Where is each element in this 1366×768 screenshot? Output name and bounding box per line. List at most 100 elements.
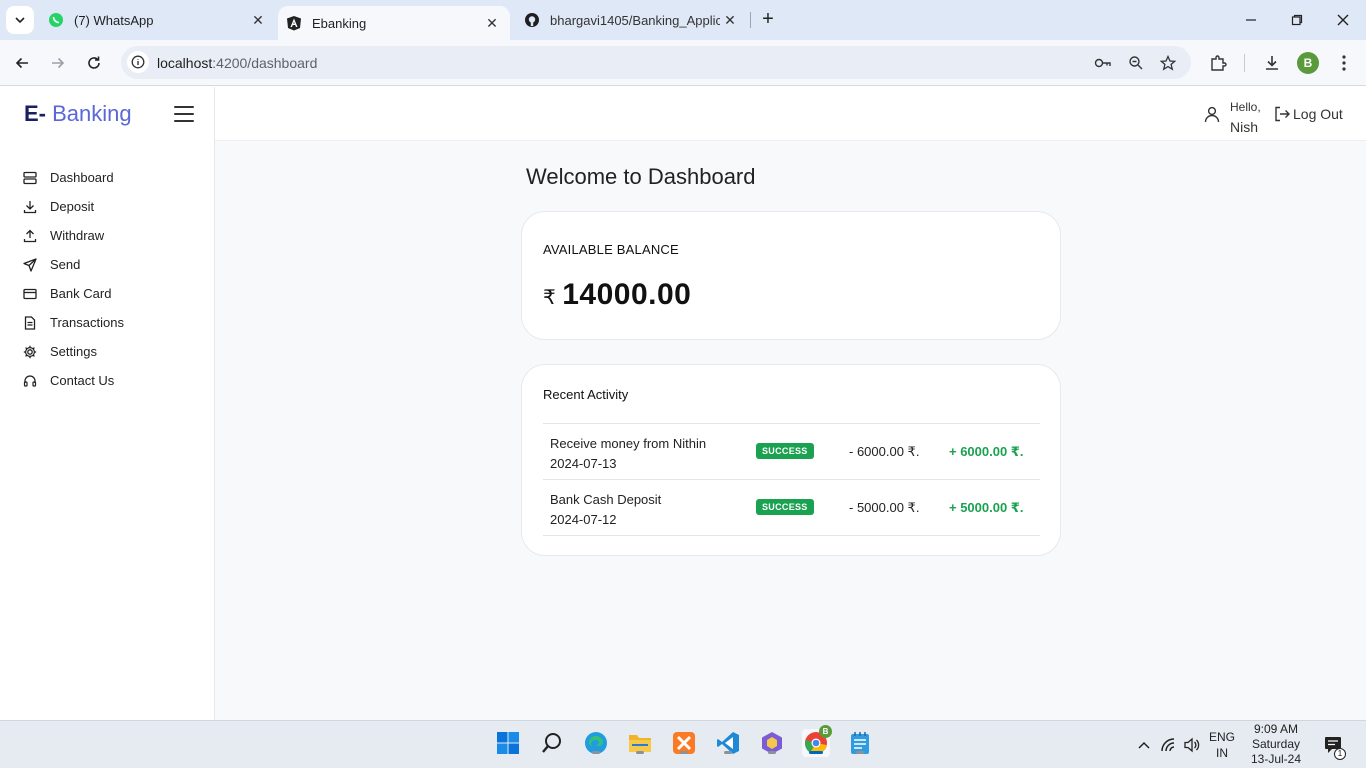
search-button[interactable] <box>538 729 566 757</box>
minimize-icon <box>1246 19 1256 21</box>
list-item[interactable]: Bank Cash Deposit 2024-07-12 SUCCESS - 5… <box>543 480 1040 536</box>
sidebar-item-label: Deposit <box>50 199 95 214</box>
address-bar[interactable]: localhost:4200/dashboard <box>121 46 1191 79</box>
sidebar-item-label: Transactions <box>50 315 124 330</box>
taskbar-edge[interactable] <box>582 729 610 757</box>
key-icon[interactable] <box>1094 54 1112 72</box>
sidebar-item-contact-us[interactable]: Contact Us <box>22 366 124 395</box>
recent-activity-card: Recent Activity Receive money from Nithi… <box>521 364 1061 556</box>
reload-button[interactable] <box>82 51 106 75</box>
activity-title: Receive money from Nithin <box>550 436 707 451</box>
site-info-icon[interactable] <box>127 51 149 73</box>
show-hidden-icons-button[interactable] <box>1134 721 1154 768</box>
debit-amount: - 5000.00 ₹. <box>849 500 920 515</box>
sidebar-item-withdraw[interactable]: Withdraw <box>22 221 124 250</box>
reload-icon <box>88 56 100 69</box>
notification-count: 1 <box>1334 748 1346 760</box>
tab-github[interactable]: bhargavi1405/Banking_Applicat ✕ <box>516 0 748 40</box>
tab-label: bhargavi1405/Banking_Applicat <box>550 12 720 28</box>
profile-badge: B <box>819 725 832 738</box>
currency-symbol: ₹ <box>543 287 557 309</box>
network-status[interactable] <box>1158 721 1180 768</box>
bookmark-star-icon[interactable] <box>1159 54 1177 72</box>
logout-button[interactable]: Log Out <box>1273 105 1343 123</box>
search-icon <box>542 733 561 753</box>
volume-control[interactable] <box>1181 721 1203 768</box>
taskbar-chrome[interactable]: B <box>802 725 832 757</box>
taskbar-file-explorer[interactable] <box>626 729 654 757</box>
sidebar-item-send[interactable]: Send <box>22 250 124 279</box>
browser-tab-bar: (7) WhatsApp ✕ Ebanking ✕ bhargavi1405/B… <box>0 0 1366 40</box>
sidebar-item-transactions[interactable]: Transactions <box>22 308 124 337</box>
forward-button[interactable] <box>46 51 70 75</box>
brand-name: Banking <box>46 101 132 126</box>
browser-toolbar: localhost:4200/dashboard B <box>0 40 1366 86</box>
close-window-button[interactable] <box>1320 0 1366 40</box>
region-code: IN <box>1216 746 1228 760</box>
back-button[interactable] <box>10 51 34 75</box>
credit-amount: + 5000.00 ₹. <box>949 500 1024 515</box>
kebab-menu-icon[interactable] <box>1333 52 1355 74</box>
downloads-icon[interactable] <box>1261 52 1283 74</box>
tab-label: Ebanking <box>312 15 367 31</box>
running-indicator <box>724 751 732 754</box>
whatsapp-icon <box>48 12 64 28</box>
close-icon[interactable]: ✕ <box>250 12 266 28</box>
running-indicator <box>809 751 823 754</box>
notification-center-button[interactable]: 1 <box>1322 721 1346 768</box>
running-indicator <box>636 751 644 754</box>
balance-label: AVAILABLE BALANCE <box>543 242 679 257</box>
minimize-button[interactable] <box>1228 0 1274 40</box>
wifi-icon <box>1161 738 1175 752</box>
close-icon[interactable]: ✕ <box>722 12 738 28</box>
extensions-icon[interactable] <box>1207 52 1229 74</box>
input-language-indicator[interactable]: ENG IN <box>1208 729 1236 761</box>
brand-prefix: E- <box>24 101 46 126</box>
url-text[interactable]: localhost:4200/dashboard <box>157 55 317 71</box>
sidebar-item-dashboard[interactable]: Dashboard <box>22 163 124 192</box>
user-greeting: Hello, Nish <box>1230 97 1261 137</box>
tab-ebanking[interactable]: Ebanking ✕ <box>278 6 510 40</box>
close-icon <box>1337 14 1349 26</box>
brand-logo[interactable]: E- Banking <box>24 101 132 127</box>
tab-search-button[interactable] <box>6 6 34 34</box>
activity-list: Receive money from Nithin 2024-07-13 SUC… <box>543 423 1040 536</box>
document-icon <box>22 315 38 331</box>
tab-whatsapp[interactable]: (7) WhatsApp ✕ <box>40 0 276 40</box>
toolbar-divider <box>1244 54 1245 72</box>
upload-icon <box>22 228 38 244</box>
chevron-down-icon <box>15 17 25 24</box>
sidebar-item-label: Bank Card <box>50 286 112 301</box>
running-indicator <box>768 751 776 754</box>
taskbar-xampp[interactable] <box>670 729 698 757</box>
system-clock[interactable]: 9:09 AM Saturday 13-Jul-24 <box>1246 722 1306 767</box>
download-icon <box>22 199 38 215</box>
sidebar-item-bank-card[interactable]: Bank Card <box>22 279 124 308</box>
sidebar: E- Banking Dashboard Deposit Withdraw Se… <box>0 87 215 720</box>
list-item[interactable]: Receive money from Nithin 2024-07-13 SUC… <box>543 424 1040 480</box>
activity-date: 2024-07-13 <box>550 456 617 471</box>
tab-divider <box>750 12 751 28</box>
sidebar-item-label: Dashboard <box>50 170 114 185</box>
sidebar-item-settings[interactable]: Settings <box>22 337 124 366</box>
start-button[interactable] <box>494 729 522 757</box>
profile-avatar[interactable]: B <box>1297 52 1319 74</box>
app-viewport: E- Banking Dashboard Deposit Withdraw Se… <box>0 87 1366 720</box>
user-icon <box>1203 105 1221 123</box>
taskbar-vscode[interactable] <box>714 729 742 757</box>
taskbar-app-hex[interactable] <box>758 729 786 757</box>
close-icon[interactable]: ✕ <box>484 15 500 31</box>
new-tab-button[interactable]: + <box>758 9 778 30</box>
sidebar-item-deposit[interactable]: Deposit <box>22 192 124 221</box>
windows-icon <box>497 732 519 754</box>
restore-button[interactable] <box>1274 0 1320 40</box>
card-icon <box>22 286 38 302</box>
running-indicator <box>856 751 864 754</box>
logout-icon <box>1275 106 1290 122</box>
taskbar-notepad[interactable] <box>846 729 874 757</box>
menu-toggle-icon[interactable] <box>174 106 194 122</box>
zoom-icon[interactable] <box>1127 54 1145 72</box>
sidebar-item-label: Send <box>50 257 81 272</box>
angular-icon <box>286 15 302 31</box>
greeting-text: Hello, <box>1230 100 1261 114</box>
